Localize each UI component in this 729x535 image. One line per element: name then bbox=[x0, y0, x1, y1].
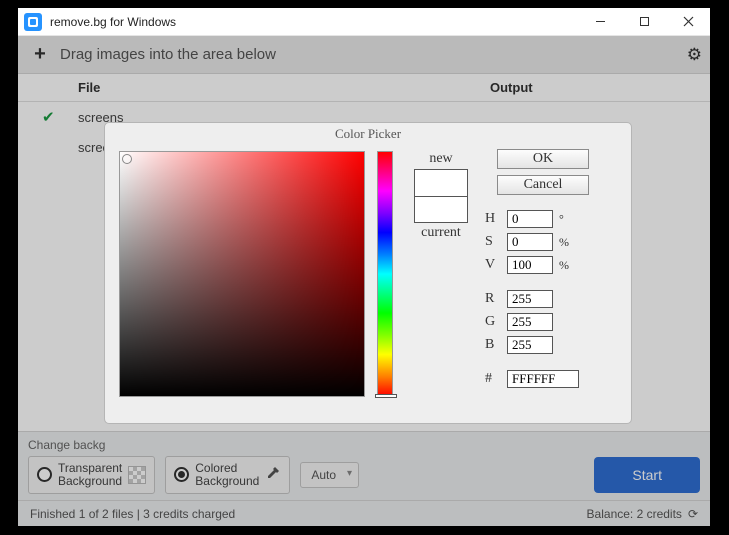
s-label: S bbox=[485, 234, 501, 250]
ok-button[interactable]: OK bbox=[497, 149, 589, 169]
maximize-button[interactable] bbox=[622, 8, 666, 36]
h-unit: ° bbox=[559, 212, 577, 227]
g-label: G bbox=[485, 314, 501, 330]
cancel-button[interactable]: Cancel bbox=[497, 175, 589, 195]
dialog-title: Color Picker bbox=[105, 123, 631, 145]
v-label: V bbox=[485, 257, 501, 273]
b-label: B bbox=[485, 337, 501, 353]
hex-label: # bbox=[485, 371, 501, 387]
titlebar: remove.bg for Windows bbox=[18, 8, 710, 36]
app-icon bbox=[24, 13, 42, 31]
b-input[interactable] bbox=[507, 336, 553, 354]
new-label: new bbox=[409, 151, 473, 167]
r-label: R bbox=[485, 291, 501, 307]
color-picker-dialog: Color Picker new current OK Cancel H ° S bbox=[104, 122, 632, 424]
v-unit: % bbox=[559, 258, 577, 273]
window-title: remove.bg for Windows bbox=[50, 15, 176, 29]
g-input[interactable] bbox=[507, 313, 553, 331]
close-button[interactable] bbox=[666, 8, 710, 36]
sv-cursor-icon[interactable] bbox=[122, 154, 132, 164]
hue-slider[interactable] bbox=[377, 151, 393, 397]
r-input[interactable] bbox=[507, 290, 553, 308]
v-input[interactable] bbox=[507, 256, 553, 274]
h-label: H bbox=[485, 211, 501, 227]
s-input[interactable] bbox=[507, 233, 553, 251]
color-swatch bbox=[414, 169, 468, 223]
current-label: current bbox=[409, 225, 473, 241]
saturation-value-picker[interactable] bbox=[119, 151, 365, 397]
hue-cursor-icon[interactable] bbox=[375, 394, 397, 398]
s-unit: % bbox=[559, 235, 577, 250]
hex-input[interactable] bbox=[507, 370, 579, 388]
h-input[interactable] bbox=[507, 210, 553, 228]
minimize-button[interactable] bbox=[578, 8, 622, 36]
